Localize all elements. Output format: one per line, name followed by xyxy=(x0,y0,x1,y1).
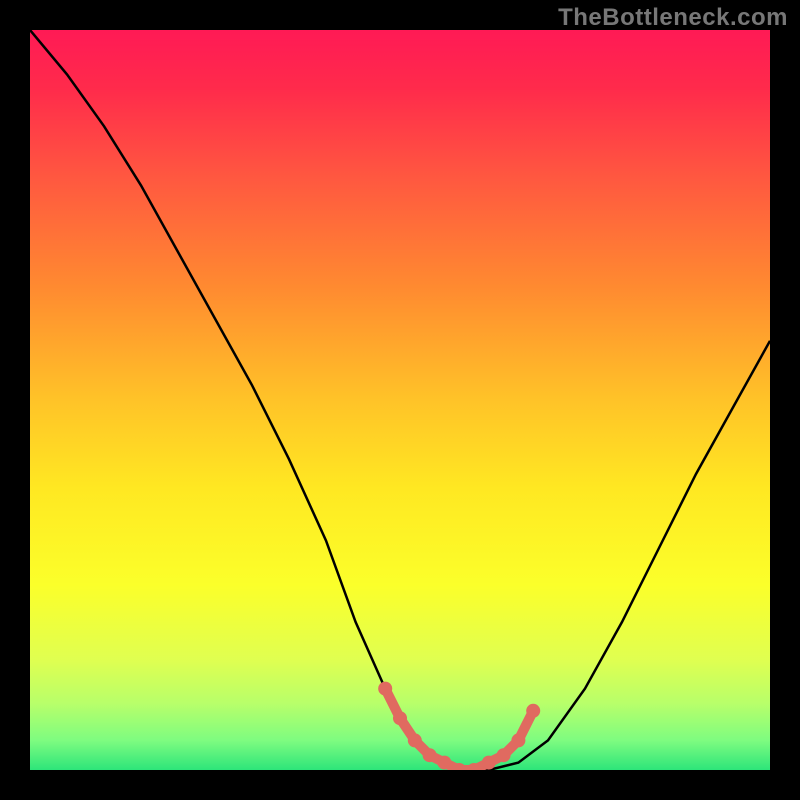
optimal-marker-dot xyxy=(393,711,407,725)
chart-frame: TheBottleneck.com xyxy=(0,0,800,800)
optimal-marker-dot xyxy=(482,756,496,770)
optimal-marker-dot xyxy=(437,756,451,770)
watermark-label: TheBottleneck.com xyxy=(558,4,788,32)
optimal-marker-dot xyxy=(511,733,525,747)
optimal-marker-dot xyxy=(423,748,437,762)
curve-layer xyxy=(30,30,770,770)
optimal-marker-dot xyxy=(408,733,422,747)
bottleneck-curve xyxy=(30,30,770,770)
optimal-markers xyxy=(378,682,540,770)
plot-area xyxy=(30,30,770,770)
optimal-marker-dot xyxy=(497,748,511,762)
optimal-marker-dot xyxy=(378,682,392,696)
optimal-marker-dot xyxy=(526,704,540,718)
